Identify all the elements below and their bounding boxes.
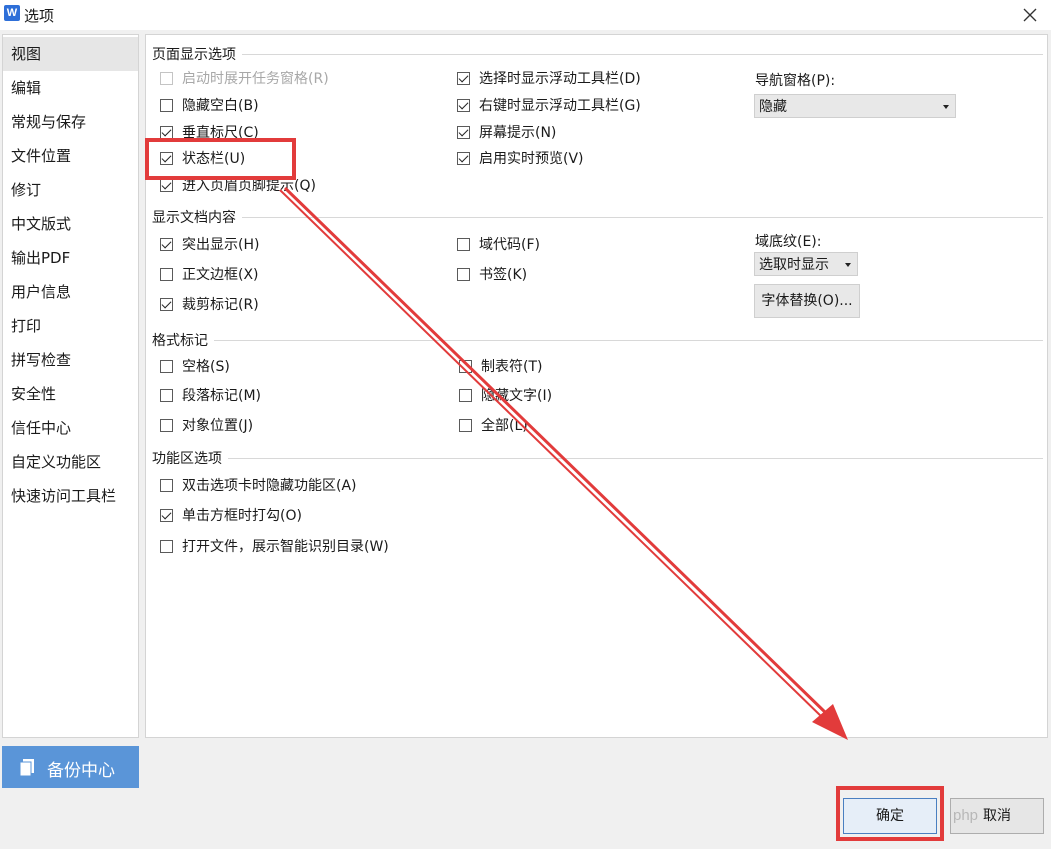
close-icon [1023, 8, 1037, 22]
sidebar-item-chinese-layout[interactable]: 中文版式 [3, 207, 138, 241]
checkbox-label: 单击方框时打勾(O) [182, 508, 302, 524]
font-substitution-button[interactable]: 字体替换(O)... [754, 284, 860, 318]
backup-icon [20, 759, 34, 776]
checkbox-box [160, 389, 173, 402]
checkbox-label: 突出显示(H) [182, 237, 260, 253]
dropdown-arrow-icon [943, 105, 949, 109]
checkbox-box [457, 268, 470, 281]
checkbox-box [457, 126, 470, 139]
sidebar-item-export-pdf[interactable]: 输出PDF [3, 241, 138, 275]
checkbox-box [459, 389, 472, 402]
title-bar: W 选项 [0, 0, 1051, 30]
section-divider [152, 340, 1043, 341]
sidebar-item-general-save[interactable]: 常规与保存 [3, 105, 138, 139]
section-divider [152, 217, 1043, 218]
close-button[interactable] [1017, 2, 1043, 28]
checkbox-box [160, 298, 173, 311]
checkbox-box [459, 419, 472, 432]
checkbox-box [160, 360, 173, 373]
ok-button[interactable]: 确定 [843, 798, 937, 834]
sidebar-item-edit[interactable]: 编辑 [3, 71, 138, 105]
checkbox-label: 状态栏(U) [182, 151, 246, 167]
options-sidebar: 视图 编辑 常规与保存 文件位置 修订 中文版式 输出PDF 用户信息 打印 拼… [2, 34, 139, 738]
checkbox-label: 右键时显示浮动工具栏(G) [479, 98, 641, 114]
checkbox-label: 进入页眉页脚提示(Q) [182, 178, 316, 194]
checkbox-label: 正文边框(X) [182, 267, 259, 283]
checkbox-label: 打开文件，展示智能识别目录(W) [182, 539, 389, 555]
nav-pane-label: 导航窗格(P): [755, 73, 836, 89]
sidebar-item-view[interactable]: 视图 [3, 37, 138, 71]
nav-pane-select[interactable]: 隐藏 [754, 94, 956, 118]
field-shading-label: 域底纹(E): [755, 234, 822, 250]
checkbox-label: 屏幕提示(N) [479, 125, 557, 141]
watermark-text: php [953, 807, 979, 824]
dropdown-arrow-icon [845, 263, 851, 267]
options-content-panel: 页面显示选项 启动时展开任务窗格(R) 隐藏空白(B) 垂直标尺(C) 状态栏(… [145, 34, 1048, 738]
checkbox-box [160, 509, 173, 522]
section-divider [152, 458, 1043, 459]
checkbox-box [160, 479, 173, 492]
checkbox-label: 空格(S) [182, 359, 230, 375]
nav-pane-value: 隐藏 [759, 99, 787, 115]
checkbox-label: 对象位置(J) [182, 418, 254, 434]
sidebar-item-security[interactable]: 安全性 [3, 377, 138, 411]
sidebar-item-print[interactable]: 打印 [3, 309, 138, 343]
checkbox-label: 裁剪标记(R) [182, 297, 259, 313]
checkbox-label: 段落标记(M) [182, 388, 262, 404]
sidebar-item-spell-check[interactable]: 拼写检查 [3, 343, 138, 377]
checkbox-label: 启用实时预览(V) [479, 151, 584, 167]
checkbox-label: 书签(K) [479, 267, 528, 283]
checkbox-box [160, 268, 173, 281]
checkbox-box [160, 419, 173, 432]
checkbox-label: 垂直标尺(C) [182, 125, 259, 141]
section-title-ribbon: 功能区选项 [152, 448, 228, 468]
sidebar-item-customize-ribbon[interactable]: 自定义功能区 [3, 445, 138, 479]
backup-center-label: 备份中心 [47, 761, 115, 781]
checkbox-box [160, 152, 173, 165]
checkbox-box [160, 126, 173, 139]
checkbox-box [457, 238, 470, 251]
checkbox-box [457, 152, 470, 165]
checkbox-box [457, 99, 470, 112]
sidebar-item-trust-center[interactable]: 信任中心 [3, 411, 138, 445]
section-divider [152, 54, 1043, 55]
checkbox-box [459, 360, 472, 373]
sidebar-item-user-info[interactable]: 用户信息 [3, 275, 138, 309]
field-shading-select[interactable]: 选取时显示 [754, 252, 858, 276]
section-title-format-marks: 格式标记 [152, 330, 214, 350]
checkbox-box [160, 540, 173, 553]
checkbox-label: 选择时显示浮动工具栏(D) [479, 71, 641, 87]
checkbox-label: 域代码(F) [479, 237, 540, 253]
section-title-doc-content: 显示文档内容 [152, 207, 242, 227]
checkbox-box [160, 99, 173, 112]
backup-center-button[interactable]: 备份中心 [2, 746, 139, 788]
checkbox-label: 全部(L) [481, 418, 528, 434]
checkbox-label: 隐藏文字(I) [481, 388, 553, 404]
checkbox-box [457, 72, 470, 85]
checkbox-box [160, 72, 173, 85]
checkbox-box [160, 179, 173, 192]
window-title: 选项 [24, 7, 55, 25]
sidebar-item-quick-access-toolbar[interactable]: 快速访问工具栏 [3, 479, 138, 513]
sidebar-item-revisions[interactable]: 修订 [3, 173, 138, 207]
field-shading-value: 选取时显示 [759, 257, 829, 273]
checkbox-label: 双击选项卡时隐藏功能区(A) [182, 478, 357, 494]
checkbox-label: 启动时展开任务窗格(R) [182, 71, 329, 87]
section-title-page-display: 页面显示选项 [152, 44, 242, 64]
sidebar-item-file-locations[interactable]: 文件位置 [3, 139, 138, 173]
checkbox-label: 隐藏空白(B) [182, 98, 259, 114]
checkbox-label: 制表符(T) [481, 359, 543, 375]
checkbox-box [160, 238, 173, 251]
app-logo-icon: W [4, 5, 20, 21]
